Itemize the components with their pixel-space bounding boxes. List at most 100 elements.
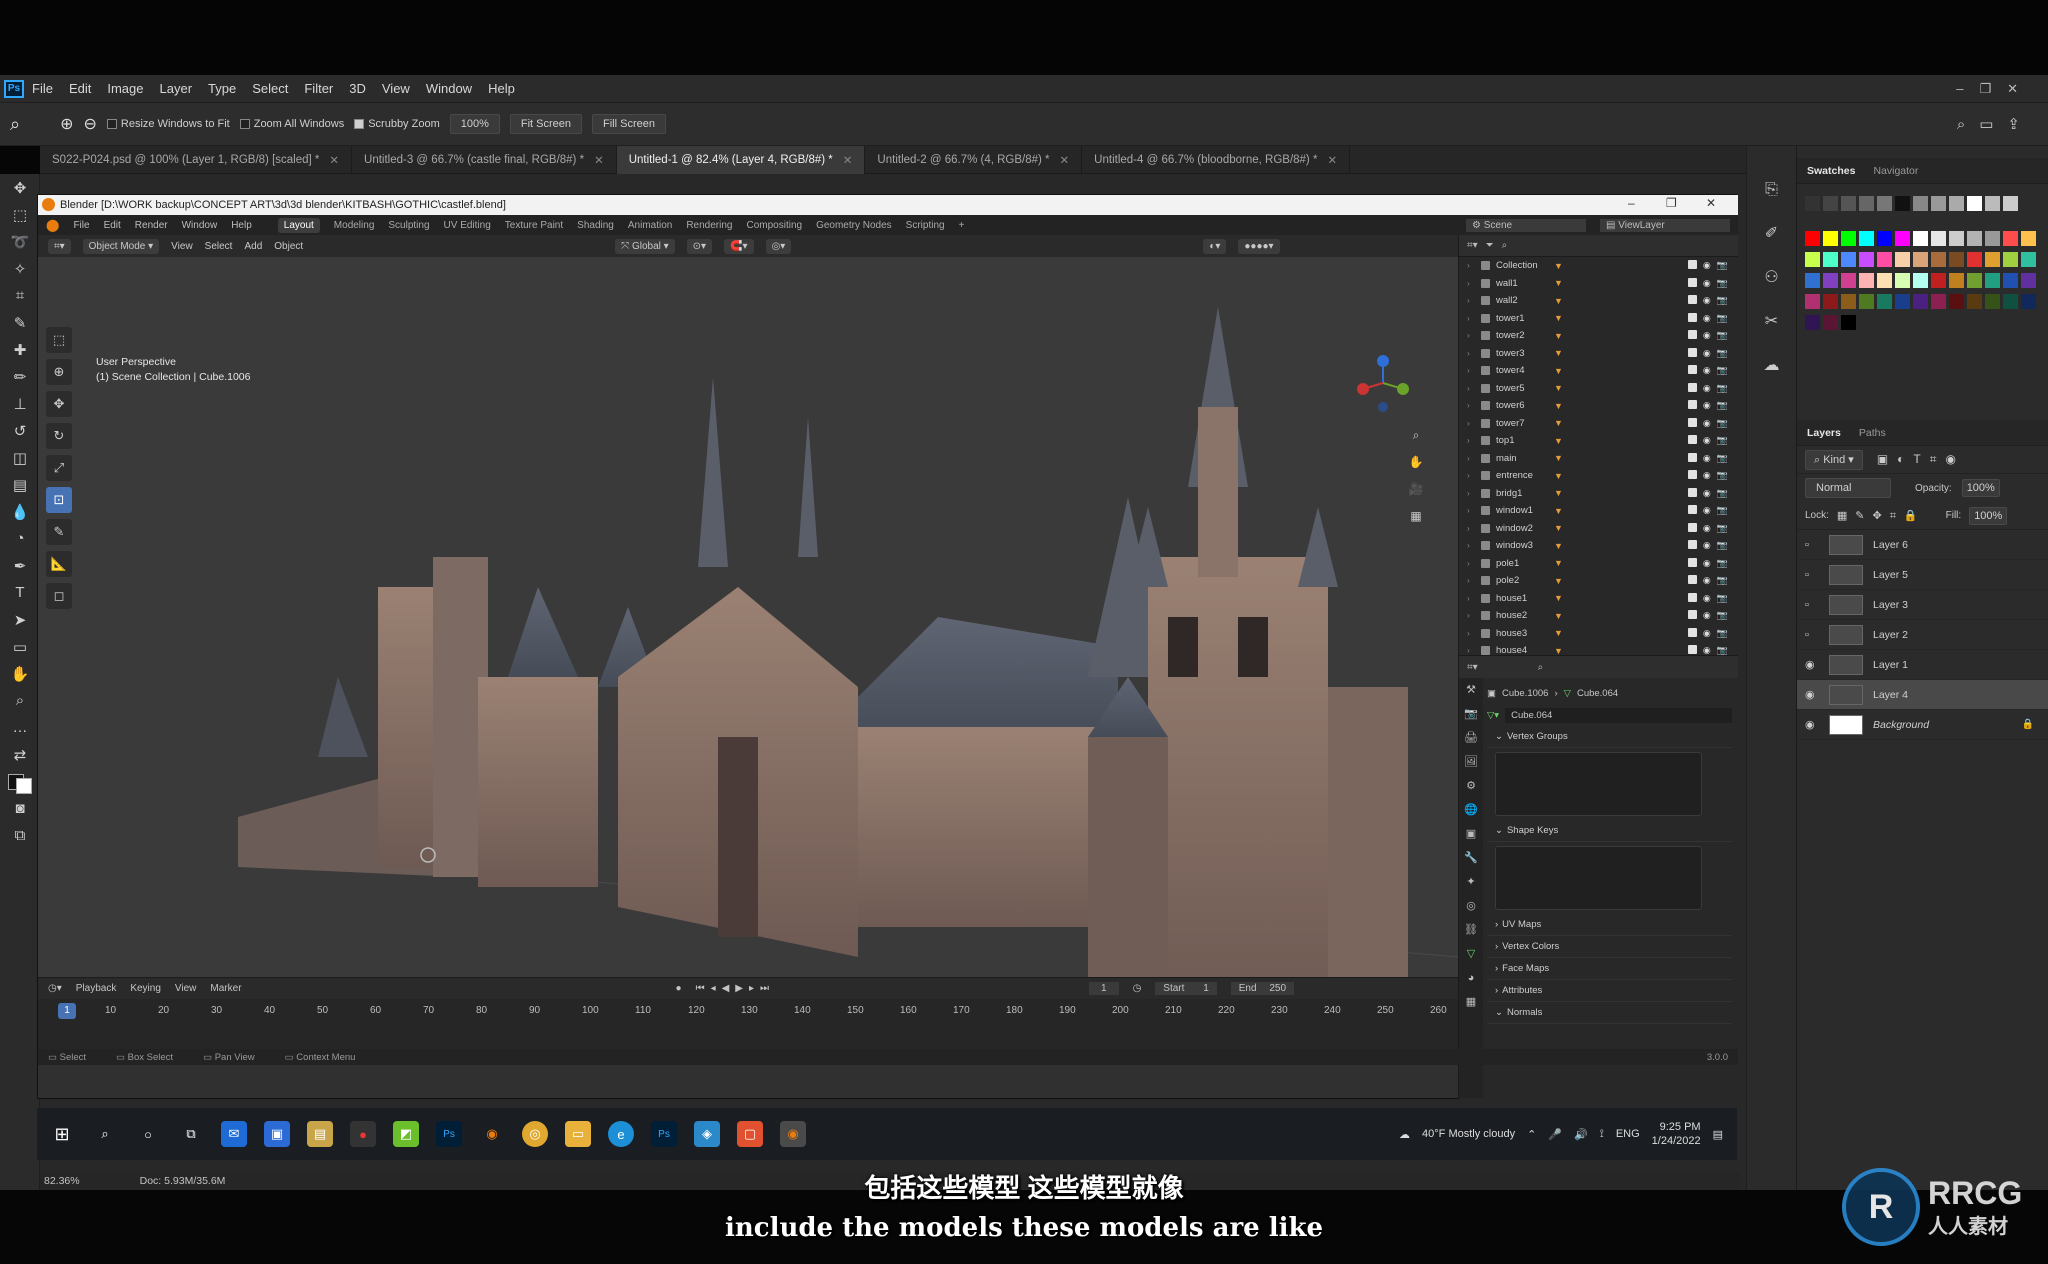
expand-arrow-icon[interactable]: ›	[1467, 559, 1477, 568]
blender-menu-file[interactable]: File	[73, 220, 89, 231]
add-workspace-icon[interactable]: +	[959, 220, 965, 231]
ps-menu-type[interactable]: Type	[208, 81, 236, 96]
swatch[interactable]	[1805, 294, 1820, 309]
expand-arrow-icon[interactable]: ›	[1467, 454, 1477, 463]
layer-row[interactable]: ▫ Layer 2	[1797, 620, 2048, 650]
eye-icon[interactable]: ◉	[1805, 658, 1821, 671]
swatch[interactable]	[1949, 273, 1964, 288]
visibility-toggles[interactable]: ◉ 📷	[1687, 295, 1728, 306]
expand-arrow-icon[interactable]: ›	[1467, 314, 1477, 323]
swatch[interactable]	[1913, 294, 1928, 309]
record-app-icon[interactable]: ●	[350, 1121, 376, 1147]
outliner-object-row[interactable]: › tower7 ▼ ◉ 📷	[1459, 415, 1738, 433]
swatch[interactable]	[1985, 196, 2000, 211]
shading-modes[interactable]: ●●●●▾	[1238, 238, 1280, 254]
blender-taskbar-icon[interactable]: ◉	[780, 1121, 806, 1147]
timeline-menu-view[interactable]: View	[175, 983, 197, 994]
outliner-object-row[interactable]: › bridg1 ▼ ◉ 📷	[1459, 485, 1738, 503]
swatch[interactable]	[1859, 294, 1874, 309]
search-icon[interactable]: ⌕	[92, 1121, 118, 1147]
visibility-toggle[interactable]: ▫	[1805, 539, 1821, 551]
edge-icon[interactable]: e	[608, 1121, 634, 1147]
swatch[interactable]	[1859, 196, 1874, 211]
world-tab-icon[interactable]: 🌐	[1459, 798, 1483, 822]
outliner-object-row[interactable]: › entrence ▼ ◉ 📷	[1459, 467, 1738, 485]
swatch[interactable]	[2003, 273, 2018, 288]
visibility-toggles[interactable]: ◉ 📷	[1687, 470, 1728, 481]
swatch[interactable]	[1895, 273, 1910, 288]
swatch[interactable]	[1949, 231, 1964, 246]
swatch[interactable]	[1985, 273, 2000, 288]
outliner-object-row[interactable]: › tower6 ▼ ◉ 📷	[1459, 397, 1738, 415]
visibility-toggles[interactable]: ◉ 📷	[1687, 592, 1728, 604]
resize-windows-checkbox[interactable]: Resize Windows to Fit	[106, 118, 230, 130]
ps-menu-file[interactable]: File	[32, 81, 53, 96]
chrome-icon[interactable]: ◎	[522, 1121, 548, 1147]
swatch[interactable]	[2021, 273, 2036, 288]
visibility-toggles[interactable]: ◉ 📷	[1687, 400, 1728, 411]
view-layer-selector[interactable]: ▤ ViewLayer	[1600, 218, 1730, 232]
lasso-tool-icon[interactable]: ➰	[0, 228, 40, 255]
ps-menu-3d[interactable]: 3D	[349, 81, 366, 96]
section-attributes[interactable]: › Attributes	[1487, 980, 1732, 1002]
start-frame-field[interactable]: Start 1	[1155, 982, 1217, 995]
expand-arrow-icon[interactable]: ›	[1467, 401, 1477, 410]
current-frame-field[interactable]: 1	[1089, 982, 1119, 995]
section-face-maps[interactable]: › Face Maps	[1487, 958, 1732, 980]
rotate-tool-icon[interactable]: ↻	[46, 423, 72, 449]
expand-arrow-icon[interactable]: ›	[1467, 261, 1477, 270]
history-icon[interactable]: ⎘	[1747, 168, 1796, 212]
swatch[interactable]	[1967, 273, 1982, 288]
swatch[interactable]	[1931, 196, 1946, 211]
playhead[interactable]: 1	[58, 1003, 76, 1019]
shape-tool-icon[interactable]: ▭	[0, 633, 40, 660]
visibility-toggle[interactable]: ▫	[1805, 569, 1821, 581]
volume-icon[interactable]: 🔊	[1574, 1128, 1588, 1141]
doc-tab-untitled-4[interactable]: Untitled-4 @ 66.7% (bloodborne, RGB/8#) …	[1082, 145, 1351, 174]
outliner-object-row[interactable]: › wall2 ▼ ◉ 📷	[1459, 292, 1738, 310]
type-tool-icon[interactable]: T	[0, 579, 40, 606]
swatch[interactable]	[1931, 294, 1946, 309]
swatch[interactable]	[1841, 196, 1856, 211]
visibility-toggles[interactable]: ◉ 📷	[1687, 610, 1728, 621]
network-icon[interactable]: ⟟	[1600, 1128, 1604, 1141]
vertex-groups-list[interactable]	[1495, 752, 1702, 816]
outliner-editor-icon[interactable]: ⌗▾	[1467, 240, 1478, 251]
swatch[interactable]	[1805, 196, 1820, 211]
maximize-icon[interactable]: ❐	[1666, 196, 1677, 210]
workspace-rendering[interactable]: Rendering	[686, 220, 732, 231]
visibility-toggles[interactable]: ◉ 📷	[1687, 557, 1728, 569]
editor-type-icon[interactable]: ⌗▾	[48, 238, 71, 254]
swatch[interactable]	[2003, 252, 2018, 267]
swatch[interactable]	[1895, 196, 1910, 211]
blender-menu-edit[interactable]: Edit	[104, 220, 121, 231]
swatch[interactable]	[2003, 231, 2018, 246]
outliner-object-row[interactable]: › house1 ▼ ◉ 📷	[1459, 590, 1738, 608]
swatch[interactable]	[1823, 294, 1838, 309]
record-icon[interactable]: ●	[676, 983, 682, 994]
mesh-datablock-field[interactable]: Cube.064	[1505, 707, 1732, 723]
color-swatches[interactable]	[0, 768, 40, 795]
swatch[interactable]	[1967, 231, 1982, 246]
move-tool-icon[interactable]: ✥	[46, 391, 72, 417]
search-icon[interactable]: ⌕	[1538, 662, 1544, 673]
expand-arrow-icon[interactable]: ›	[1467, 366, 1477, 375]
workspace-sculpting[interactable]: Sculpting	[388, 220, 429, 231]
workspace-geometry-nodes[interactable]: Geometry Nodes	[816, 220, 892, 231]
swatch[interactable]	[2021, 252, 2036, 267]
blender-menu-render[interactable]: Render	[135, 220, 168, 231]
ps-menu-help[interactable]: Help	[488, 81, 515, 96]
outliner-object-row[interactable]: › pole2 ▼ ◉ 📷	[1459, 572, 1738, 590]
blender-menu-window[interactable]: Window	[182, 220, 218, 231]
tab-layers[interactable]: Layers	[1807, 427, 1841, 439]
shape-keys-list[interactable]	[1495, 846, 1702, 910]
history-brush-icon[interactable]: ↺	[0, 417, 40, 444]
ps-menu-layer[interactable]: Layer	[160, 81, 193, 96]
expand-arrow-icon[interactable]: ›	[1467, 506, 1477, 515]
outliner-object-row[interactable]: › window2 ▼ ◉ 📷	[1459, 520, 1738, 538]
timeline-menu-keying[interactable]: Keying	[130, 983, 161, 994]
outliner-object-row[interactable]: › main ▼ ◉ 📷	[1459, 450, 1738, 468]
viewport-menu-object[interactable]: Object	[274, 241, 303, 252]
swatch[interactable]	[1931, 273, 1946, 288]
swatch[interactable]	[1877, 273, 1892, 288]
